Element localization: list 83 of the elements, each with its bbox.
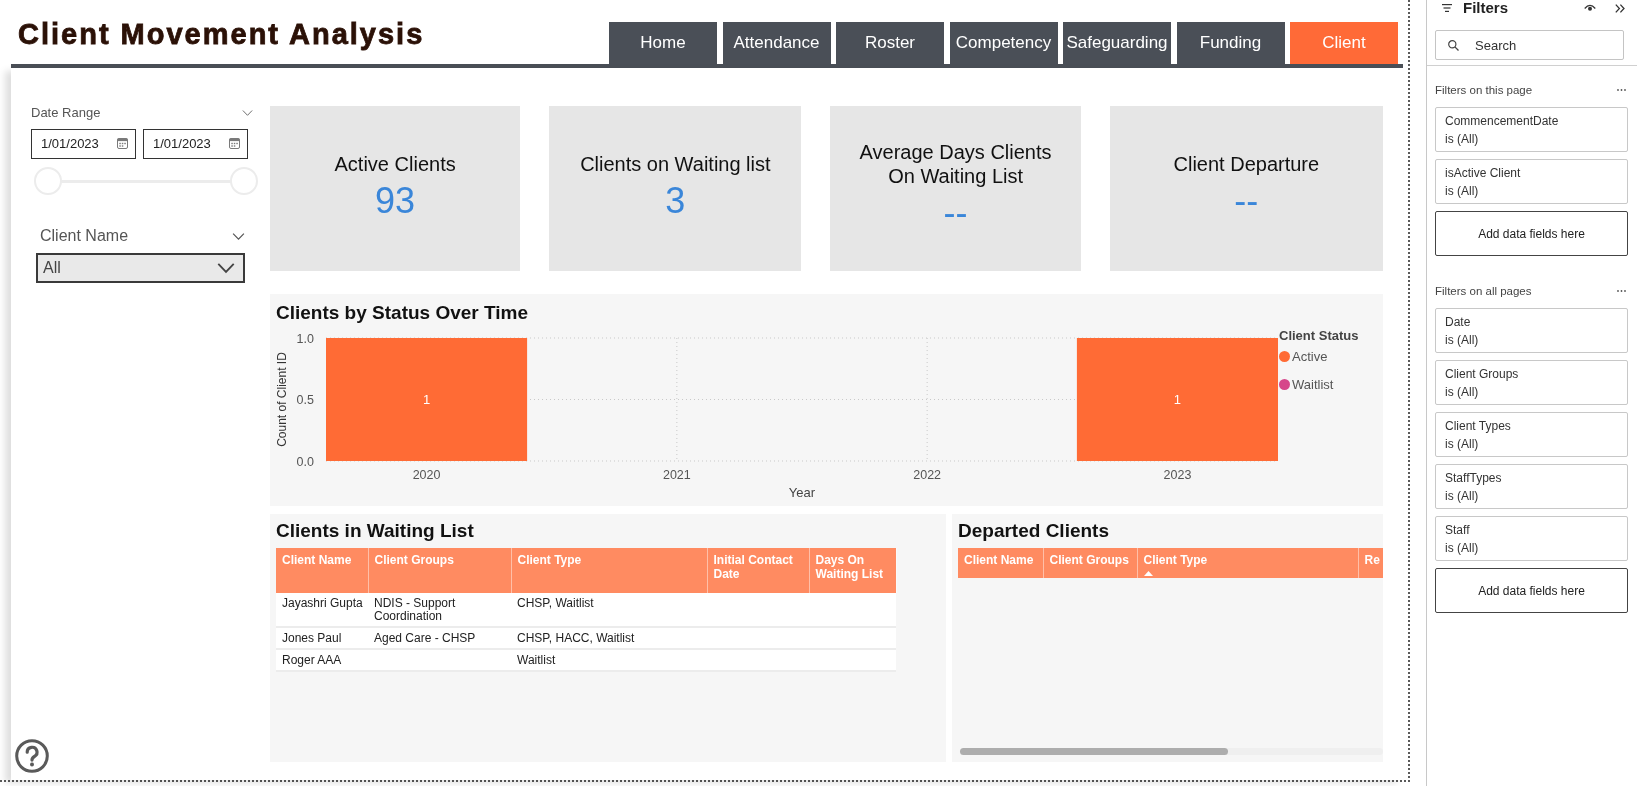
table-cell: Jayashri Gupta <box>276 593 368 627</box>
table-title: Departed Clients <box>958 519 1109 543</box>
nav-tab[interactable]: Attendance <box>722 22 831 64</box>
slicer-label: Client Name <box>40 226 129 246</box>
axis-tick-label: 2023 <box>1163 468 1192 482</box>
axis-title: Count of Client ID <box>275 352 289 447</box>
nav-tab[interactable]: Competency <box>949 22 1058 64</box>
filter-card[interactable]: CommencementDate is (All) <box>1435 107 1628 152</box>
filter-card[interactable]: Date is (All) <box>1435 308 1628 353</box>
filter-card[interactable]: StaffTypes is (All) <box>1435 464 1628 509</box>
legend-label: Waitlist <box>1292 376 1334 392</box>
table-cell: Roger AAA <box>276 649 368 671</box>
axis-tick-label: 0.5 <box>296 393 314 407</box>
table-cell: CHSP, Waitlist <box>511 593 707 627</box>
axis-tick-label: 1.0 <box>296 331 314 346</box>
kpi-label: Client Departure <box>1173 151 1320 176</box>
table-cell: Jones Paul <box>276 627 368 649</box>
section-title: Filters on all pages <box>1435 285 1532 297</box>
data-label: 1 <box>422 392 431 407</box>
legend-label: Active <box>1292 348 1328 364</box>
filter-value: is (All) <box>1445 436 1479 453</box>
filter-name: StaffTypes <box>1445 470 1502 487</box>
legend-title: Client Status <box>1279 328 1360 344</box>
filter-value: is (All) <box>1445 488 1479 505</box>
kpi-value: -- <box>943 191 968 234</box>
kpi-label: Active Clients <box>334 151 456 176</box>
filter-card[interactable]: isActive Client is (All) <box>1435 159 1628 204</box>
filter-icon <box>1442 4 1452 12</box>
double-chevron-icon[interactable] <box>1615 3 1625 13</box>
search-icon <box>1448 40 1459 51</box>
chevron-down-icon <box>217 263 235 273</box>
kpi-label: Clients on Waiting list <box>580 151 771 176</box>
axis-tick-label: 2021 <box>662 468 691 482</box>
kpi-value: 93 <box>375 179 416 222</box>
dropdown[interactable]: All <box>36 253 245 283</box>
search-field[interactable]: Search <box>1435 30 1624 60</box>
help-icon[interactable] <box>15 739 49 773</box>
kpi-value: 3 <box>665 179 686 222</box>
nav-tab[interactable]: Funding <box>1176 22 1285 64</box>
filter-value: is (All) <box>1445 183 1479 200</box>
filter-value: is (All) <box>1445 384 1479 401</box>
axis-tick-label: 0.0 <box>296 454 314 469</box>
section-title: Filters on this page <box>1435 84 1533 96</box>
table-cell: Waitlist <box>511 649 707 671</box>
filter-card[interactable]: Client Types is (All) <box>1435 412 1628 457</box>
calendar-icon <box>229 137 240 149</box>
filter-name: isActive Client <box>1445 165 1521 182</box>
filter-card[interactable]: Staff is (All) <box>1435 516 1628 561</box>
chevron-down-icon <box>232 232 245 240</box>
eye-icon[interactable] <box>1584 4 1596 12</box>
slicer-label: Date Range <box>31 106 101 120</box>
kpi-value: -- <box>1234 179 1259 222</box>
axis-tick-label: 2022 <box>913 468 942 482</box>
filter-name: Client Groups <box>1445 366 1519 383</box>
chart-title: Clients by Status Over Time <box>275 301 529 325</box>
filter-value: is (All) <box>1445 332 1479 349</box>
table-cell: Aged Care - CHSP <box>368 627 511 649</box>
axis-tick-label: 2020 <box>412 468 441 482</box>
filter-name: Date <box>1445 314 1471 331</box>
filter-value: is (All) <box>1445 540 1479 557</box>
filter-name: Client Types <box>1445 418 1511 435</box>
scrollbar-thumb[interactable] <box>960 748 1228 755</box>
drop-zone[interactable]: Add data fields here <box>1435 211 1628 256</box>
calendar-icon <box>117 137 128 149</box>
nav-tab[interactable]: Safeguarding <box>1063 22 1171 64</box>
data-label: 1 <box>1173 392 1182 407</box>
nav-tab[interactable]: Home <box>609 22 717 64</box>
filter-card[interactable]: Client Groups is (All) <box>1435 360 1628 405</box>
date-field[interactable]: 1/01/2023 <box>143 129 248 159</box>
table-cell: NDIS - Support Coordination <box>368 593 511 627</box>
drop-zone[interactable]: Add data fields here <box>1435 568 1628 613</box>
date-field[interactable]: 1/01/2023 <box>31 129 136 159</box>
table-title: Clients in Waiting List <box>276 519 474 543</box>
axis-title: Year <box>788 484 816 500</box>
filter-value: is (All) <box>1445 131 1479 148</box>
report-title: Client Movement Analysis <box>18 17 425 52</box>
table-cell: CHSP, HACC, Waitlist <box>511 627 707 649</box>
filter-name: CommencementDate <box>1445 113 1559 130</box>
filter-name: Staff <box>1445 522 1470 539</box>
nav-tab[interactable]: Roster <box>836 22 944 64</box>
pane-title: Filters <box>1463 0 1508 16</box>
kpi-label: Average Days Clients On Waiting List <box>858 139 1053 188</box>
chevron-down-icon <box>242 110 253 116</box>
